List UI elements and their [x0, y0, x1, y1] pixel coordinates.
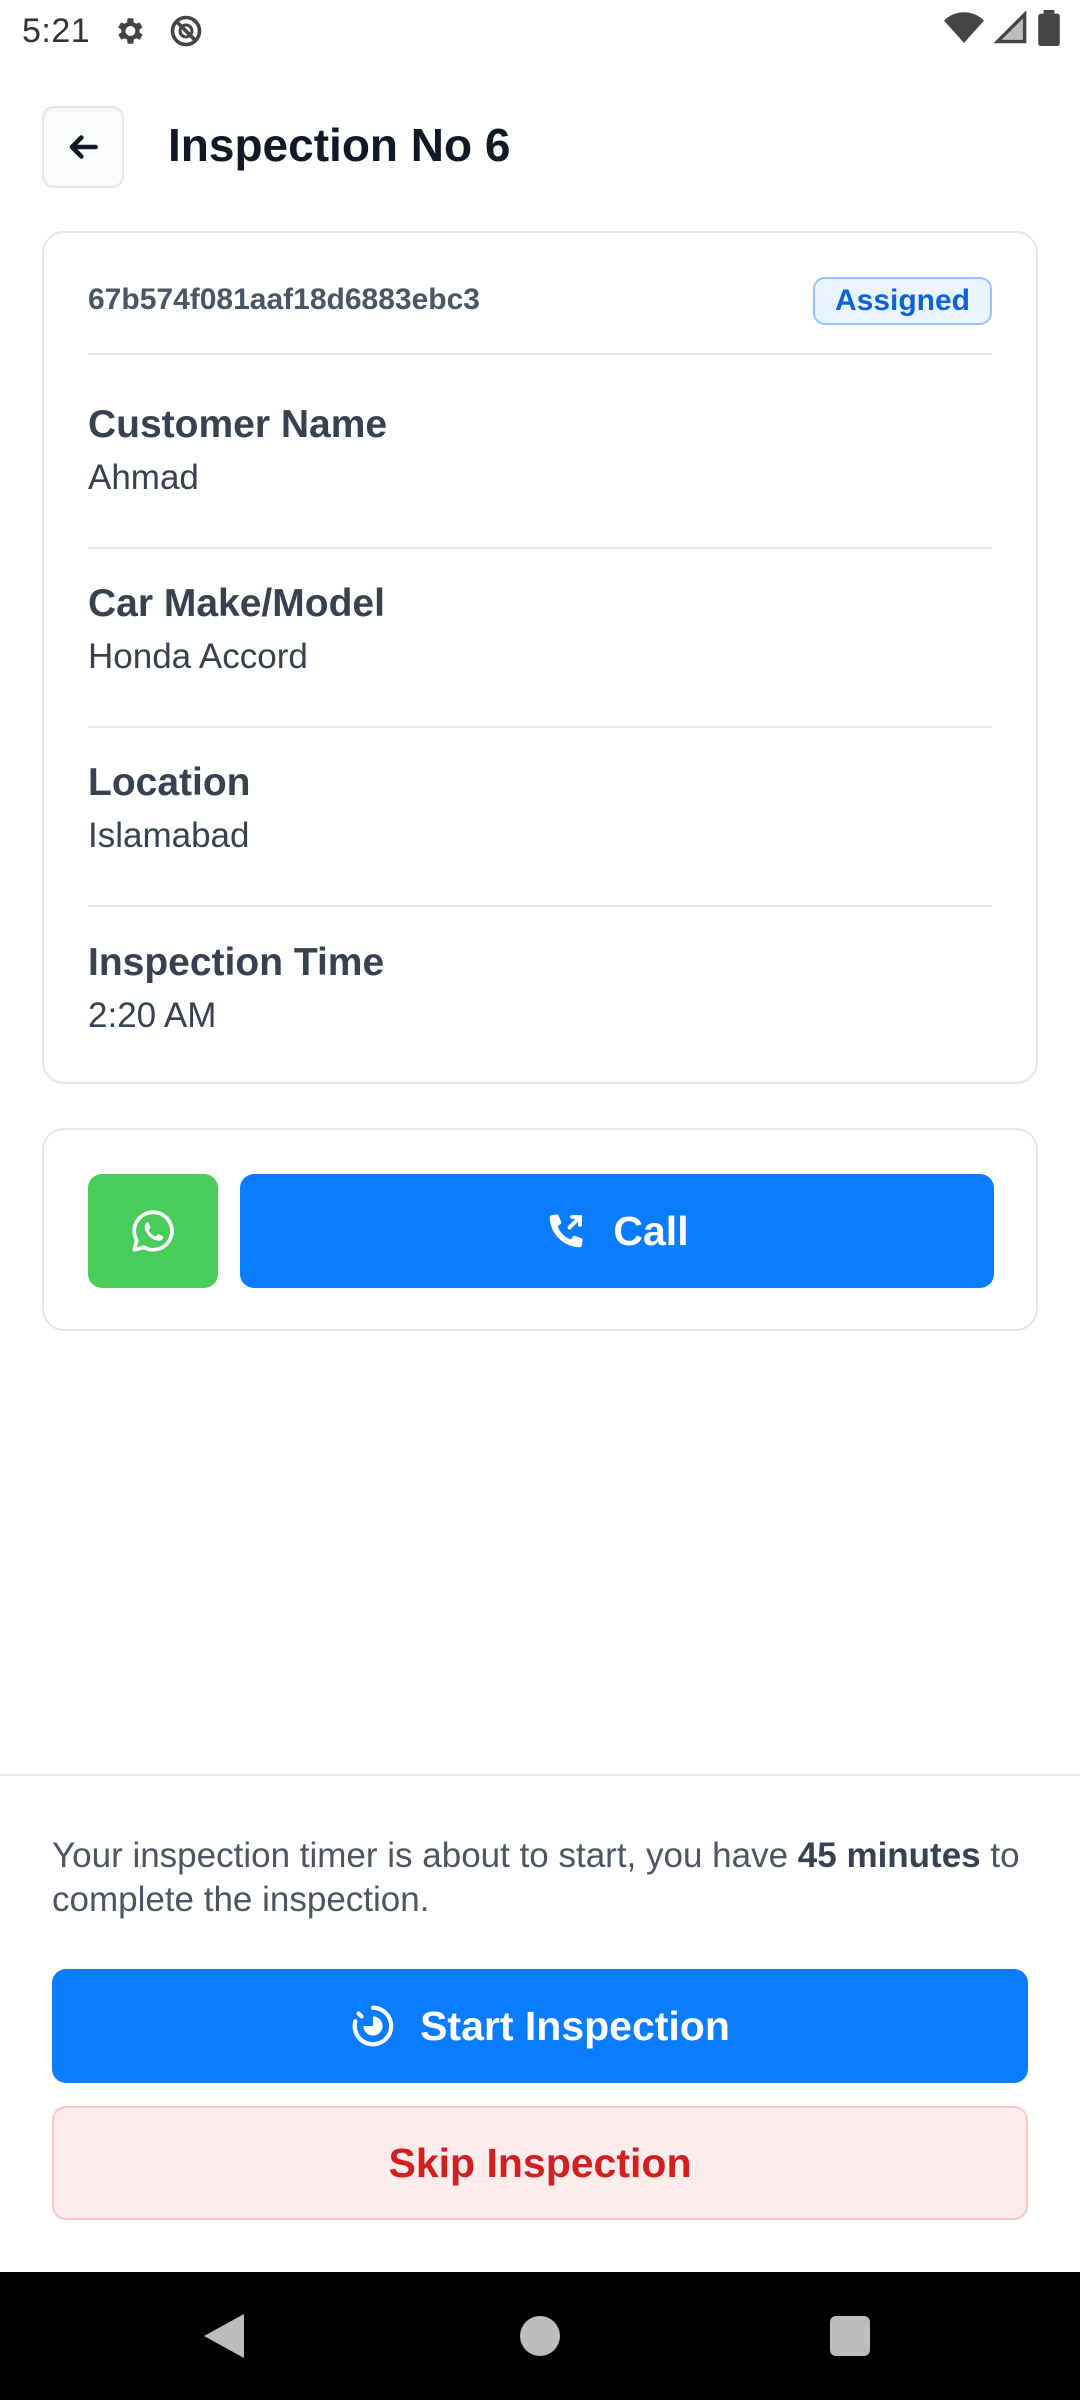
timer-message: Your inspection timer is about to start,…: [52, 1834, 1042, 1922]
divider: [88, 726, 992, 728]
call-button-label: Call: [613, 1207, 689, 1254]
customer-name-value: Ahmad: [88, 458, 199, 497]
battery-icon: [1038, 10, 1060, 51]
location-value: Islamabad: [88, 816, 250, 855]
inspection-time-value: 2:20 AM: [88, 996, 217, 1035]
divider: [88, 547, 992, 549]
gear-icon: [112, 14, 146, 48]
skip-inspection-label: Skip Inspection: [388, 2139, 692, 2186]
back-button[interactable]: [42, 106, 124, 188]
timer-text-before: Your inspection timer is about to start,…: [52, 1836, 798, 1875]
inspection-details-card: 67b574f081aaf18d6883ebc3 Assigned Custom…: [42, 231, 1038, 1084]
car-make-model-label: Car Make/Model: [88, 582, 385, 625]
contact-card: Call: [42, 1128, 1038, 1331]
start-inspection-button[interactable]: Start Inspection: [52, 1969, 1028, 2083]
system-navigation-bar: [0, 2272, 1080, 2400]
whatsapp-button[interactable]: [88, 1174, 218, 1288]
phone-outgoing-icon: [545, 1210, 587, 1252]
wifi-icon: [944, 11, 984, 50]
do-not-disturb-icon: [168, 13, 204, 49]
nav-back-icon[interactable]: [204, 2314, 244, 2363]
page-title: Inspection No 6: [168, 119, 511, 171]
arrow-left-icon: [64, 128, 102, 166]
inspection-time-label: Inspection Time: [88, 941, 385, 984]
signal-icon: [993, 10, 1028, 50]
status-time: 5:21: [22, 11, 91, 50]
status-bar: 5:21: [0, 0, 1080, 62]
bottom-sheet-divider: [0, 1774, 1080, 1776]
status-badge: Assigned: [812, 277, 992, 325]
divider: [88, 905, 992, 907]
car-make-model-value: Honda Accord: [88, 637, 308, 676]
timer-duration: 45 minutes: [797, 1836, 981, 1875]
inspection-id: 67b574f081aaf18d6883ebc3: [88, 283, 480, 316]
divider: [88, 353, 992, 355]
nav-recents-icon[interactable]: [830, 2316, 870, 2356]
timer-icon: [350, 2003, 396, 2049]
call-button[interactable]: Call: [240, 1174, 994, 1288]
location-label: Location: [88, 761, 251, 804]
start-inspection-label: Start Inspection: [420, 2002, 730, 2049]
whatsapp-icon: [128, 1206, 178, 1256]
skip-inspection-button[interactable]: Skip Inspection: [52, 2106, 1028, 2220]
customer-name-label: Customer Name: [88, 403, 388, 446]
nav-home-icon[interactable]: [520, 2316, 560, 2356]
